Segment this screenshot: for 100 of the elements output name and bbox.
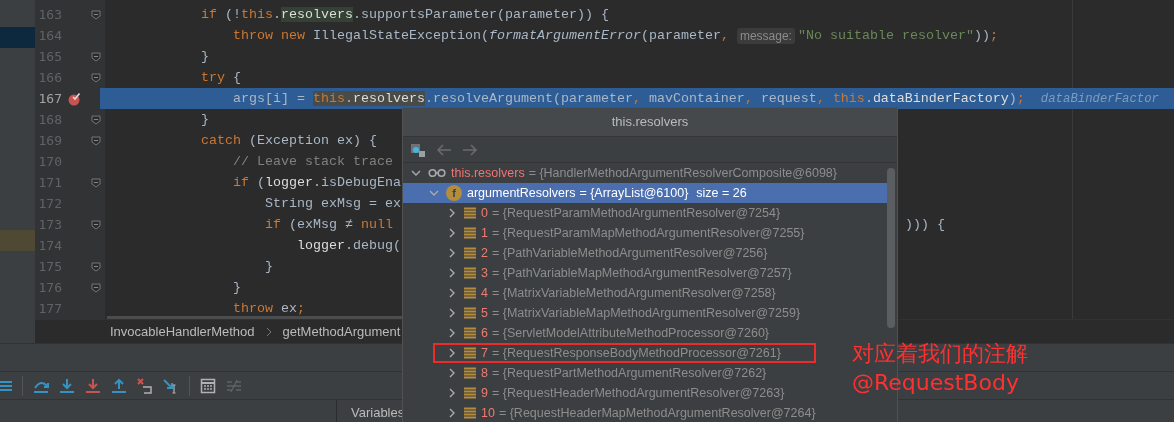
list-icon (464, 407, 476, 419)
list-icon (464, 247, 476, 259)
scrollbar-thumb[interactable] (887, 168, 895, 328)
variable-name: argumentResolvers (467, 186, 576, 200)
variable-name: 5 (481, 306, 488, 320)
code-text: .supportsParameter(parameter)) { (352, 7, 609, 22)
tree-row[interactable]: 5 = {MatrixVariableMapMethodArgumentResolver@7259} (403, 303, 807, 323)
chevron-icon[interactable] (447, 388, 457, 398)
line-number: 167 (37, 91, 62, 106)
tree-row[interactable]: 9 = {RequestHeaderMethodArgumentResolver@7263} (403, 383, 791, 403)
variable-value: = {HandlerMethodArgumentResolverComposite@6098} (528, 166, 837, 180)
chevron-icon[interactable] (447, 228, 457, 238)
tree-row[interactable]: 1 = {RequestParamMapMethodArgumentResolver@7255} (403, 223, 811, 243)
drop-frame-icon[interactable] (137, 377, 153, 394)
tree-row[interactable]: f argumentResolvers = {ArrayList@6100} size = 26 (403, 183, 887, 203)
tree-row[interactable]: 6 = {ServletModelAttributeMethodProcessor@7260} (403, 323, 776, 343)
fold-marker-icon[interactable] (90, 135, 101, 146)
chevron-icon[interactable] (447, 328, 457, 338)
variable-value: = {MatrixVariableMapMethodArgumentResolver@7259} (491, 306, 801, 320)
tree-row[interactable]: 8 = {RequestPartMethodArgumentResolver@7262} (403, 363, 773, 383)
code-text: if (!this. (199, 7, 281, 22)
run-to-cursor-icon[interactable] (163, 377, 179, 394)
code-text: throw new IllegalStateException(formatArgumentError(parameter, (231, 28, 730, 43)
fold-marker-icon[interactable] (90, 261, 101, 272)
variable-name: 3 (481, 266, 488, 280)
list-icon (464, 287, 476, 299)
code-text: } (199, 49, 209, 64)
chevron-icon[interactable] (447, 348, 457, 358)
variables-icon[interactable] (410, 141, 426, 158)
chevron-icon[interactable] (447, 408, 457, 418)
fold-marker-icon[interactable] (90, 177, 101, 188)
sidebar-highlight (0, 27, 35, 48)
breadcrumb-separator-icon (264, 326, 273, 337)
variable-value: = {RequestParamMapMethodArgumentResolver@7255} (491, 226, 805, 240)
chevron-icon[interactable] (447, 308, 457, 318)
tree-row[interactable]: 2 = {PathVariableMethodArgumentResolver@7256} (403, 243, 774, 263)
code-text: } (263, 259, 273, 274)
list-icon (464, 267, 476, 279)
fold-marker-icon[interactable] (90, 282, 101, 293)
variable-name: 4 (481, 286, 488, 300)
list-icon (464, 227, 476, 239)
chevron-icon[interactable] (447, 268, 457, 278)
variable-value: = {PathVariableMethodArgumentResolver@7256} (491, 246, 768, 260)
code-text: ))) { (905, 217, 945, 232)
list-icon (464, 387, 476, 399)
popup-title: this.resolvers (403, 108, 897, 137)
list-icon (464, 307, 476, 319)
chevron-icon[interactable] (447, 288, 457, 298)
code-text: // Leave stack trace (231, 154, 393, 169)
fold-marker-icon[interactable] (90, 114, 101, 125)
variable-name: 7 (481, 346, 488, 360)
code-text: if (logger.isDebugEna (231, 175, 401, 190)
variable-name: 10 (481, 406, 495, 420)
variable-value: = {PathVariableMapMethodArgumentResolver@7257} (491, 266, 792, 280)
calculator-icon[interactable] (200, 377, 216, 394)
variable-value: = {RequestHeaderMethodArgumentResolver@7263} (491, 386, 785, 400)
list-icon (464, 347, 476, 359)
chevron-icon[interactable] (447, 248, 457, 258)
variable-name: 2 (481, 246, 488, 260)
step-into-icon[interactable] (85, 377, 101, 394)
code-text: catch (Exception ex) { (199, 133, 377, 148)
annotation-text: 对应着我们的注解 (852, 340, 1028, 368)
field-badge: f (446, 185, 462, 201)
step-into-icon[interactable] (59, 377, 75, 394)
tree-row[interactable]: 3 = {PathVariableMapMethodArgumentResolver@7257} (403, 263, 798, 283)
chevron-icon[interactable] (447, 368, 457, 378)
code-text: logger.debug( (295, 238, 401, 253)
variable-name: 8 (481, 366, 488, 380)
variable-value: = {RequestParamMethodArgumentResolver@7254} (491, 206, 781, 220)
chevron-icon[interactable] (429, 188, 439, 198)
variable-name: this.resolvers (451, 166, 525, 180)
list-icon (464, 207, 476, 219)
scrollbar-thumb[interactable] (107, 316, 402, 320)
variable-name: 1 (481, 226, 488, 240)
step-out-icon[interactable] (111, 377, 127, 394)
sidebar-highlight (0, 230, 35, 251)
identifier-highlight: resolvers (281, 7, 353, 22)
breadcrumb-item[interactable]: getMethodArgument (282, 324, 401, 340)
variable-value: = {MatrixVariableMethodArgumentResolver@7258} (491, 286, 776, 300)
fold-marker-icon[interactable] (90, 51, 101, 62)
breadcrumb-item[interactable]: InvocableHandlerMethod (110, 324, 255, 340)
chevron-icon[interactable] (447, 208, 457, 218)
variable-value: = {RequestHeaderMapMethodArgumentResolver@7264} (498, 406, 816, 420)
code-text: "No suitable resolver")); (797, 28, 998, 43)
fold-marker-icon[interactable] (90, 9, 101, 20)
fold-marker-icon[interactable] (90, 219, 101, 230)
variable-value: = {RequestResponseBodyMethodProcessor@7261} (491, 346, 781, 360)
code-text: } (199, 112, 209, 127)
chevron-icon[interactable] (411, 168, 421, 178)
variable-value: = {ServletModelAttributeMethodProcessor@7260} (491, 326, 770, 340)
code-text: .resolveArgument(parameter, mavContainer, request, this.dataBinderFactory); (424, 91, 1025, 106)
code-text: throw ex; (231, 301, 305, 316)
fold-marker-icon[interactable] (90, 72, 101, 83)
tree-row[interactable]: this.resolvers = {HandlerMethodArgumentResolverComposite@6098} (403, 163, 843, 183)
annotation-text: @RequestBody (852, 369, 1020, 397)
tree-row[interactable]: 4 = {MatrixVariableMethodArgumentResolver@7258} (403, 283, 782, 303)
tree-row[interactable]: 7 = {RequestResponseBodyMethodProcessor@7261} (433, 343, 816, 363)
tree-row[interactable]: 0 = {RequestParamMethodArgumentResolver@7254} (403, 203, 787, 223)
list-icon (464, 367, 476, 379)
tree-row[interactable]: 10 = {RequestHeaderMapMethodArgumentResolver@7264} (403, 403, 822, 422)
